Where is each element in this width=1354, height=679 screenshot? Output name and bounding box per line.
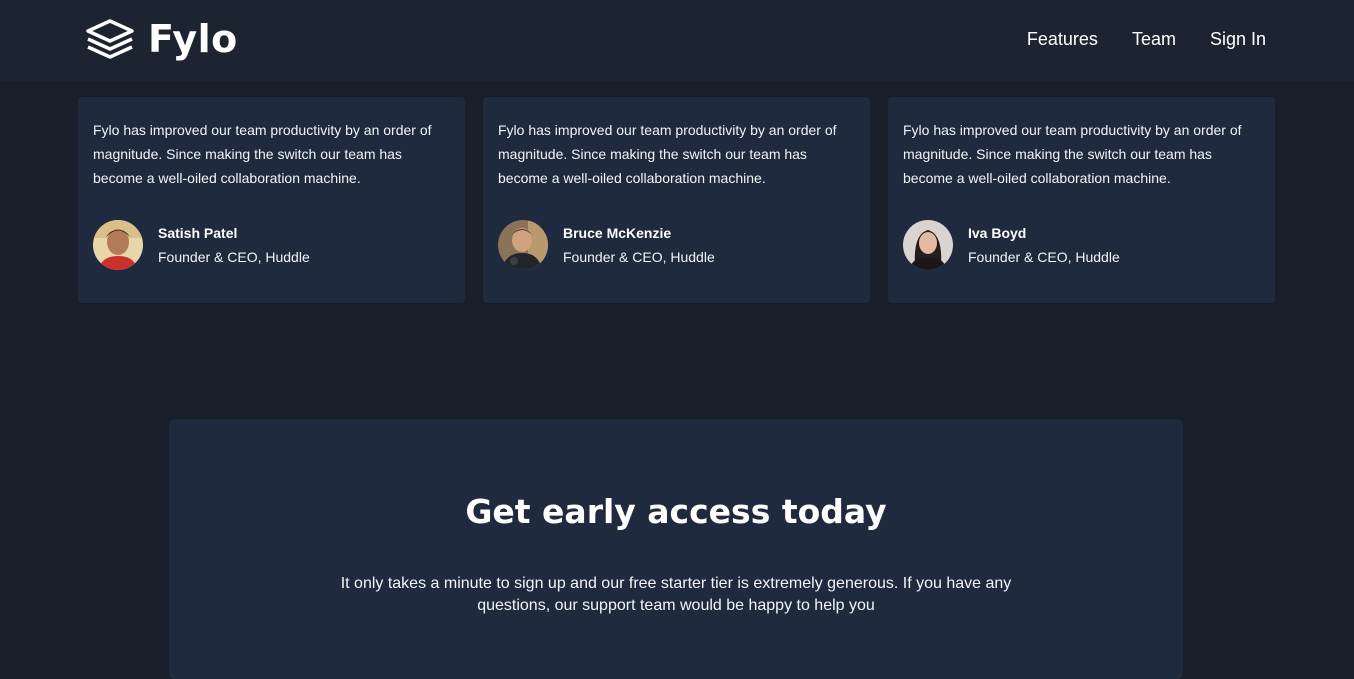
testimonial-quote: Fylo has improved our team productivity …	[903, 122, 1242, 186]
early-access-section: Get early access today It only takes a m…	[169, 419, 1183, 679]
testimonial-card: Fylo has improved our team productivity …	[78, 97, 465, 303]
stacked-layers-icon	[84, 18, 136, 60]
author-info: Satish Patel Founder & CEO, Huddle	[158, 221, 310, 269]
author-role: Founder & CEO, Huddle	[563, 249, 715, 265]
author-name: Iva Boyd	[968, 225, 1027, 241]
testimonial-card: Fylo has improved our team productivity …	[483, 97, 870, 303]
nav-links: Features Team Sign In	[1027, 27, 1266, 51]
testimonial-quote: Fylo has improved our team productivity …	[498, 122, 837, 186]
testimonial-author: Bruce McKenzie Founder & CEO, Huddle	[498, 220, 855, 270]
testimonial-quote: Fylo has improved our team productivity …	[93, 122, 432, 186]
author-role: Founder & CEO, Huddle	[968, 249, 1120, 265]
author-info: Bruce McKenzie Founder & CEO, Huddle	[563, 221, 715, 269]
avatar	[903, 220, 953, 270]
nav-link-sign-in[interactable]: Sign In	[1210, 27, 1266, 51]
nav-link-features[interactable]: Features	[1027, 27, 1098, 51]
author-info: Iva Boyd Founder & CEO, Huddle	[968, 221, 1120, 269]
nav-link-team[interactable]: Team	[1132, 27, 1176, 51]
top-navbar: Fylo Features Team Sign In	[0, 0, 1354, 81]
cta-description: It only takes a minute to sign up and ou…	[340, 575, 1012, 614]
brand-name: Fylo	[148, 17, 238, 61]
testimonial-author: Satish Patel Founder & CEO, Huddle	[93, 220, 450, 270]
cta-title: Get early access today	[465, 492, 887, 531]
testimonial-card: Fylo has improved our team productivity …	[888, 97, 1275, 303]
author-name: Bruce McKenzie	[563, 225, 672, 241]
testimonials-section: Fylo has improved our team productivity …	[78, 97, 1275, 303]
brand-logo[interactable]: Fylo	[84, 15, 238, 63]
avatar	[93, 220, 143, 270]
testimonial-author: Iva Boyd Founder & CEO, Huddle	[903, 220, 1260, 270]
author-role: Founder & CEO, Huddle	[158, 249, 310, 265]
avatar	[498, 220, 548, 270]
author-name: Satish Patel	[158, 225, 238, 241]
